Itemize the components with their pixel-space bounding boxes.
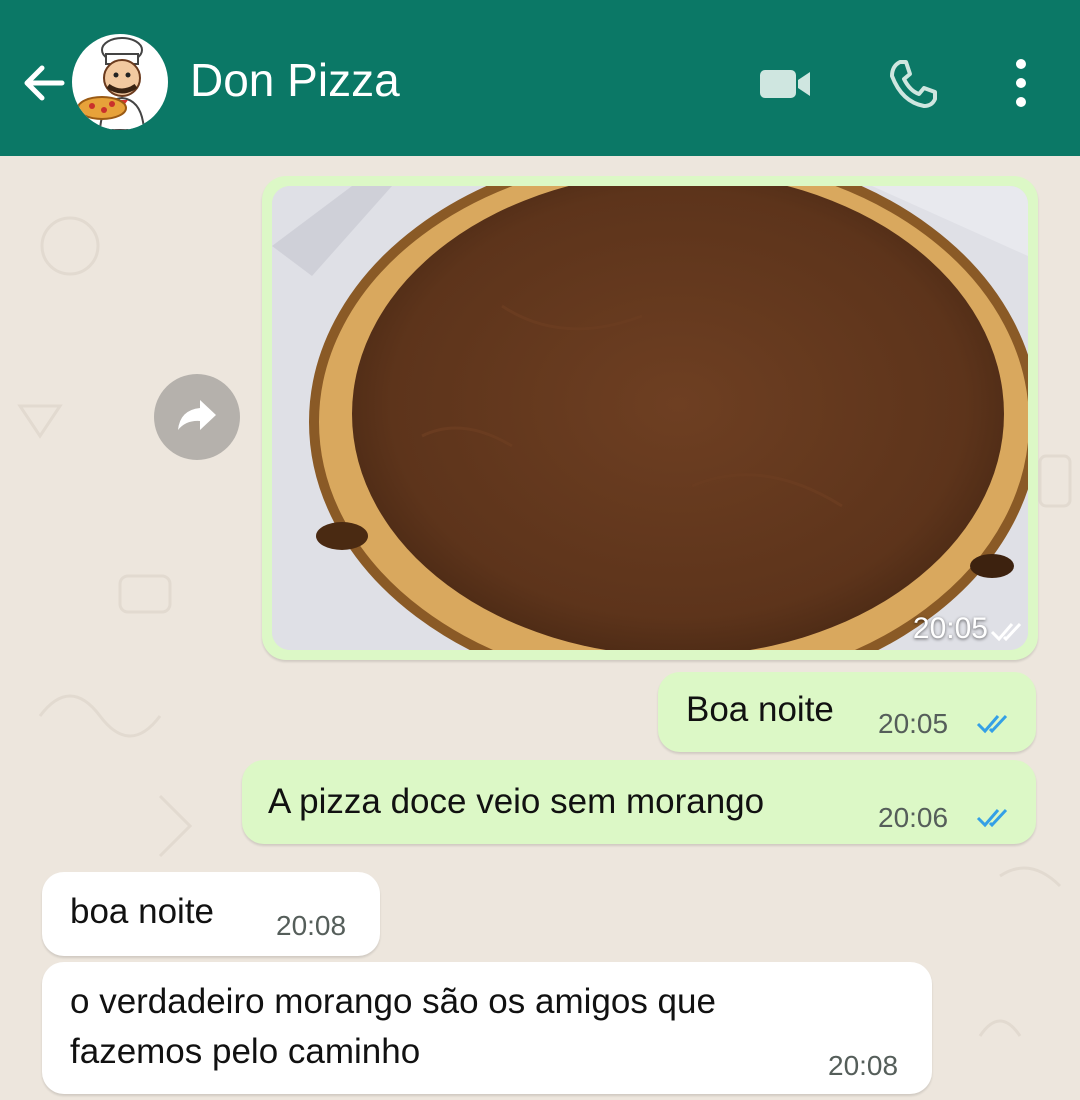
chat-header: Don Pizza <box>0 0 1080 156</box>
read-ticks-icon <box>976 714 1008 734</box>
phone-icon[interactable] <box>886 58 938 110</box>
video-camera-icon[interactable] <box>758 64 814 104</box>
read-ticks-icon <box>976 808 1008 828</box>
back-arrow-icon[interactable] <box>18 58 68 108</box>
forward-icon <box>178 400 216 430</box>
message-bubble-outgoing[interactable]: Boa noite 20:05 <box>658 672 1036 752</box>
message-bubble-incoming[interactable]: boa noite 20:08 <box>42 872 380 956</box>
message-bubble-incoming[interactable]: o verdadeiro morango são os amigos que f… <box>42 962 932 1094</box>
message-time: 20:08 <box>828 1050 899 1081</box>
read-ticks-icon <box>990 622 1022 642</box>
image-message-bubble[interactable]: 20:05 <box>262 176 1038 660</box>
message-text-line-2: fazemos pelo caminho <box>70 1032 421 1071</box>
chat-area[interactable]: 20:05 Boa noite 20:05 A pizza doce veio … <box>0 156 1080 1100</box>
message-text: Boa noite <box>686 690 834 729</box>
message-time: 20:06 <box>878 802 949 833</box>
message-time: 20:08 <box>276 910 347 941</box>
contact-avatar[interactable] <box>72 34 168 130</box>
message-time: 20:05 <box>878 708 949 739</box>
message-bubble-outgoing[interactable]: A pizza doce veio sem morango 20:06 <box>242 760 1036 844</box>
forward-button[interactable] <box>154 374 240 460</box>
contact-name[interactable]: Don Pizza <box>190 52 400 108</box>
more-vert-icon[interactable] <box>1006 56 1036 112</box>
message-photo[interactable] <box>272 186 1028 650</box>
message-text: A pizza doce veio sem morango <box>268 782 765 821</box>
message-text: boa noite <box>70 892 215 931</box>
message-time: 20:05 <box>912 612 988 645</box>
message-text-line-1: o verdadeiro morango são os amigos que <box>70 982 716 1021</box>
